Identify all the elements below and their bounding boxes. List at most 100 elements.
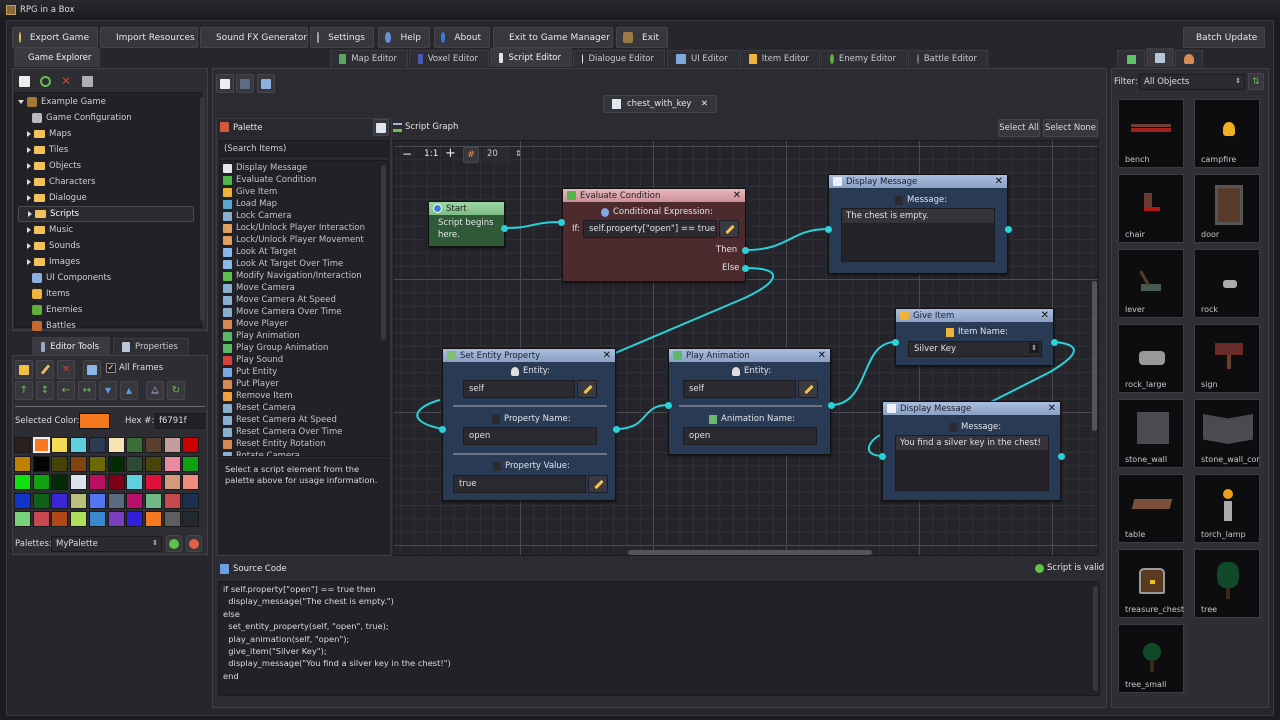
tree-item-enemies[interactable]: Enemies: [18, 302, 196, 318]
asset-sign[interactable]: sign: [1194, 324, 1260, 393]
node-display-message-1[interactable]: Display Message ✕ Message: The chest is …: [828, 174, 1008, 274]
expand-arrow-icon[interactable]: [27, 179, 31, 185]
palette-item-play-animation[interactable]: Play Animation: [223, 330, 383, 342]
asset-torch-lamp[interactable]: torch_lamp: [1194, 474, 1260, 543]
color-swatch[interactable]: [32, 455, 50, 472]
erase-tool[interactable]: ✕: [57, 360, 75, 379]
color-swatch[interactable]: [32, 492, 50, 509]
msg1-input-port[interactable]: [825, 226, 832, 233]
asset-stone-wall-cor[interactable]: stone_wall_cor: [1194, 399, 1260, 468]
refresh-assets-button[interactable]: ⇅: [1248, 73, 1264, 90]
color-swatch[interactable]: [51, 455, 69, 472]
msg1-output-port[interactable]: [1005, 226, 1012, 233]
rotate-button[interactable]: ↻: [167, 381, 185, 400]
color-swatch[interactable]: [182, 437, 200, 453]
then-output-port[interactable]: [742, 247, 749, 254]
brush-tool[interactable]: [36, 360, 54, 379]
node-display-message-2[interactable]: Display Message ✕ Message: You find a si…: [882, 401, 1061, 501]
animation-name-field[interactable]: open: [683, 427, 817, 445]
edit-expression-button[interactable]: [719, 220, 739, 238]
exit-button[interactable]: Exit: [616, 27, 668, 48]
else-output-port[interactable]: [742, 265, 749, 272]
expand-arrow-icon[interactable]: [27, 259, 31, 265]
hex-input[interactable]: f6791f: [155, 413, 205, 429]
palette-item-evaluate-condition[interactable]: Evaluate Condition: [223, 174, 383, 186]
flip-button[interactable]: ⧋: [146, 381, 164, 400]
all-frames-checkbox[interactable]: ✓: [106, 363, 116, 373]
msg2-input-port[interactable]: [879, 453, 886, 460]
tab-map-editor[interactable]: Map Editor: [330, 50, 408, 67]
remove-palette-button[interactable]: [186, 535, 202, 552]
about-button[interactable]: About: [434, 27, 490, 48]
move-up-button[interactable]: ↑: [15, 381, 33, 400]
tree-item-objects[interactable]: Objects: [18, 158, 196, 174]
tree-item-dialogue[interactable]: Dialogue: [18, 190, 196, 206]
color-swatch[interactable]: [32, 474, 50, 491]
export-game-button[interactable]: Export Game: [12, 27, 98, 48]
move-right-button[interactable]: ↔: [78, 381, 96, 400]
move-down-button[interactable]: ↕: [36, 381, 54, 400]
close-tab-icon[interactable]: ✕: [701, 99, 708, 109]
sound-fx-button[interactable]: Sound FX Generator: [200, 27, 308, 48]
property-name-field[interactable]: open: [463, 427, 597, 445]
script-file-tab[interactable]: chest_with_key ✕: [603, 95, 717, 113]
color-swatch[interactable]: [182, 455, 200, 472]
color-swatch[interactable]: [32, 437, 50, 453]
palette-item-look-at-target[interactable]: Look At Target: [223, 246, 383, 258]
asset-door[interactable]: door: [1194, 174, 1260, 243]
tree-item-scripts[interactable]: Scripts: [18, 206, 194, 222]
tree-item-sounds[interactable]: Sounds: [18, 238, 196, 254]
tree-item-game-configuration[interactable]: Game Configuration: [18, 110, 196, 126]
start-output-port[interactable]: [501, 225, 508, 232]
setprop-output-port[interactable]: [613, 426, 620, 433]
color-swatch[interactable]: [51, 437, 69, 453]
color-swatch[interactable]: [88, 511, 106, 528]
code-scrollbar[interactable]: [1093, 586, 1098, 691]
add-palette-button[interactable]: [166, 535, 182, 552]
color-swatch[interactable]: [14, 437, 31, 453]
refresh-icon[interactable]: [40, 76, 51, 87]
asset-tree-small[interactable]: tree_small: [1118, 624, 1184, 693]
color-swatch[interactable]: [144, 455, 162, 472]
color-swatch[interactable]: [107, 511, 125, 528]
asset-lever[interactable]: lever: [1118, 249, 1184, 318]
asset-campfire[interactable]: campfire: [1194, 99, 1260, 168]
color-swatch[interactable]: [88, 492, 106, 509]
playanim-input-port[interactable]: [665, 402, 672, 409]
color-swatch[interactable]: [14, 474, 31, 491]
expand-arrow-icon[interactable]: [28, 211, 32, 217]
color-swatch[interactable]: [126, 437, 144, 453]
giveitem-output-port[interactable]: [1051, 339, 1058, 346]
color-swatch[interactable]: [32, 511, 50, 528]
close-node-icon[interactable]: ✕: [603, 350, 611, 361]
palette-scrollbar[interactable]: [381, 165, 386, 340]
palette-item-modify-navigation-interaction[interactable]: Modify Navigation/Interaction: [223, 270, 383, 282]
tree-item-music[interactable]: Music: [18, 222, 196, 238]
move-front-button[interactable]: ▲: [120, 381, 138, 400]
selected-color-swatch[interactable]: [79, 413, 110, 429]
tree-item-tiles[interactable]: Tiles: [18, 142, 196, 158]
graph-export-button[interactable]: [373, 119, 389, 136]
tab-characters[interactable]: [1175, 50, 1203, 67]
message-textarea[interactable]: You find a silver key in the chest!: [895, 435, 1049, 491]
grid-size-stepper[interactable]: ⇕: [515, 149, 522, 158]
color-swatch[interactable]: [14, 455, 31, 472]
color-swatch[interactable]: [126, 455, 144, 472]
color-swatch[interactable]: [163, 511, 181, 528]
asset-rock-large[interactable]: rock_large: [1118, 324, 1184, 393]
tab-voxel-editor[interactable]: Voxel Editor: [409, 50, 489, 67]
node-play-animation[interactable]: Play Animation ✕ Entity: self Animation …: [668, 348, 831, 455]
palette-select[interactable]: MyPalette ⇕: [51, 536, 162, 552]
asset-bench[interactable]: bench: [1118, 99, 1184, 168]
tab-tiles[interactable]: [1117, 50, 1145, 67]
tree-item-characters[interactable]: Characters: [18, 174, 196, 190]
palette-item-move-camera[interactable]: Move Camera: [223, 282, 383, 294]
exit-to-game-manager-button[interactable]: Exit to Game Manager: [493, 27, 613, 48]
expand-arrow-icon[interactable]: [27, 195, 31, 201]
color-swatch[interactable]: [163, 437, 181, 453]
palette-item-load-map[interactable]: Load Map: [223, 198, 383, 210]
tab-objects[interactable]: [1146, 48, 1174, 67]
palette-item-remove-item[interactable]: Remove Item: [223, 390, 383, 402]
color-swatch[interactable]: [14, 511, 31, 528]
move-back-button[interactable]: ▼: [99, 381, 117, 400]
